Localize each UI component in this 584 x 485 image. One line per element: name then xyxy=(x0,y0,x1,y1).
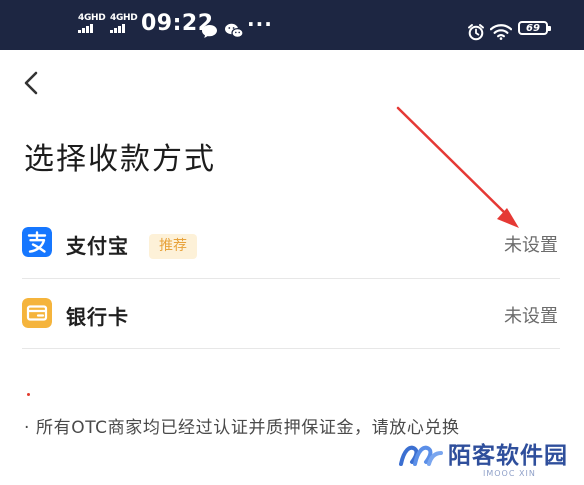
signal-icon: 4GHD xyxy=(110,13,138,33)
battery-level: 69 xyxy=(526,22,540,34)
recommended-badge: 推荐 xyxy=(149,234,197,259)
alipay-label: 支付宝 xyxy=(66,234,129,258)
alipay-icon xyxy=(22,227,52,257)
wechat-icon xyxy=(225,23,244,39)
bank-card-label: 银行卡 xyxy=(66,305,129,329)
wifi-icon xyxy=(490,24,512,40)
message-icon xyxy=(202,25,217,38)
alarm-icon xyxy=(468,24,484,41)
bullet-dot xyxy=(27,393,30,396)
watermark-title: 陌客软件园 xyxy=(448,442,568,469)
more-notifications-icon: ··· xyxy=(247,12,273,36)
signal-label: 4GHD xyxy=(78,13,106,23)
status-bar: 4GHD 4GHD 09:22 ··· 69 xyxy=(0,0,584,50)
notice-text: · 所有OTC商家均已经过认证并质押保证金，请放心兑换 xyxy=(24,418,460,438)
bank-card-icon xyxy=(22,298,52,328)
battery-icon: 69 xyxy=(518,21,551,35)
divider xyxy=(22,348,560,349)
alipay-status[interactable]: 未设置 xyxy=(504,231,558,257)
signal-label: 4GHD xyxy=(110,13,138,23)
signal-icon: 4GHD xyxy=(78,13,106,33)
watermark-logo-icon xyxy=(399,445,443,466)
watermark-subtitle: IMOOC XIN xyxy=(483,469,536,478)
page-title: 选择收款方式 xyxy=(24,142,216,177)
bank-card-status[interactable]: 未设置 xyxy=(504,302,558,328)
back-arrow-icon[interactable] xyxy=(22,70,40,96)
